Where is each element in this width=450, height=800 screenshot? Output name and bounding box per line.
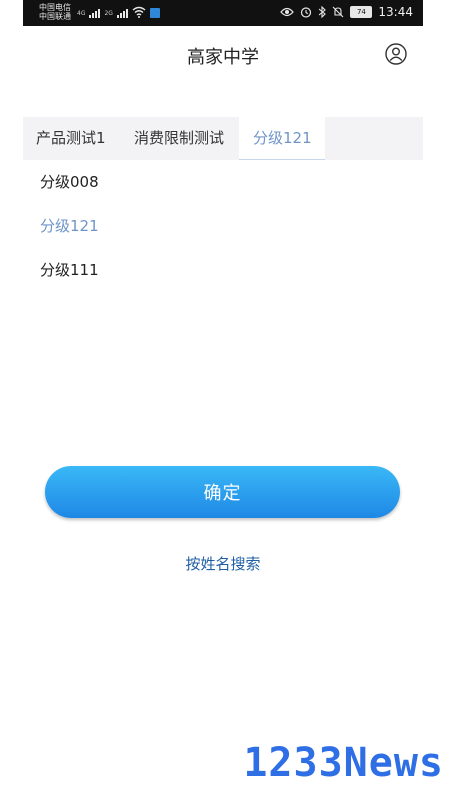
clock: 13:44 <box>378 4 413 19</box>
status-right: 74 13:44 <box>280 6 413 18</box>
list-item-grade-111[interactable]: 分级111 <box>23 248 423 292</box>
network-type-1: 4G <box>77 10 86 17</box>
page-title: 高家中学 <box>187 47 259 68</box>
battery-indicator: 74 <box>350 6 373 18</box>
tab-bar: 产品测试1 消费限制测试 分级121 <box>23 117 423 160</box>
signal-bars-1-icon <box>89 8 101 18</box>
eye-comfort-icon <box>280 7 295 17</box>
network-indicators: 4G 2G <box>77 6 160 18</box>
network-type-2: 2G <box>104 10 113 17</box>
bluetooth-icon <box>319 6 327 18</box>
tab-product-test[interactable]: 产品测试1 <box>23 117 122 160</box>
bell-off-icon <box>333 6 344 18</box>
user-circle-icon[interactable] <box>385 43 407 65</box>
grade-list: 分级008 分级121 分级111 <box>23 160 423 292</box>
status-bar: 中国电信 中国联通 4G 2G 74 13:44 <box>23 0 423 26</box>
list-item-grade-008[interactable]: 分级008 <box>23 160 423 204</box>
watermark-logo: 1233News <box>243 740 444 786</box>
confirm-button[interactable]: 确定 <box>45 466 400 518</box>
carrier-info: 中国电信 中国联通 <box>39 3 71 21</box>
search-by-name-link[interactable]: 按姓名搜索 <box>23 553 423 574</box>
tab-grade-121[interactable]: 分级121 <box>239 117 325 160</box>
phone-screen: 中国电信 中国联通 4G 2G 74 13:44 高家中学 产品测试1 消费限制… <box>23 0 423 800</box>
signal-bars-2-icon <box>116 8 128 18</box>
wifi-icon <box>132 6 146 18</box>
tab-consumption-limit-test[interactable]: 消费限制测试 <box>122 117 239 160</box>
carrier-2: 中国联通 <box>39 12 71 21</box>
alarm-icon <box>301 7 312 18</box>
app-header: 高家中学 <box>23 26 423 82</box>
app-notification-icon <box>149 8 160 18</box>
carrier-1: 中国电信 <box>39 3 71 12</box>
list-item-grade-121[interactable]: 分级121 <box>23 204 423 248</box>
